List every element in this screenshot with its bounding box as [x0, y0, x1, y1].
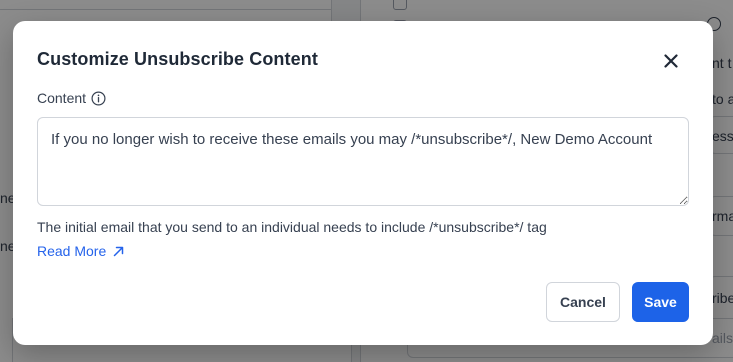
read-more-label: Read More	[37, 243, 107, 259]
save-button[interactable]: Save	[632, 282, 689, 322]
close-button[interactable]	[659, 51, 683, 75]
content-label: Content	[37, 90, 87, 106]
content-label-row: Content	[37, 90, 106, 106]
close-icon	[664, 53, 678, 73]
customize-unsubscribe-modal: Customize Unsubscribe Content Content If…	[13, 21, 713, 345]
cancel-button[interactable]: Cancel	[546, 282, 620, 322]
content-textarea[interactable]: If you no longer wish to receive these e…	[37, 117, 689, 206]
modal-title: Customize Unsubscribe Content	[37, 49, 318, 69]
help-text: The initial email that you send to an in…	[37, 219, 547, 235]
arrow-up-right-icon	[113, 246, 124, 257]
info-icon[interactable]	[91, 90, 106, 106]
read-more-link[interactable]: Read More	[37, 243, 124, 259]
